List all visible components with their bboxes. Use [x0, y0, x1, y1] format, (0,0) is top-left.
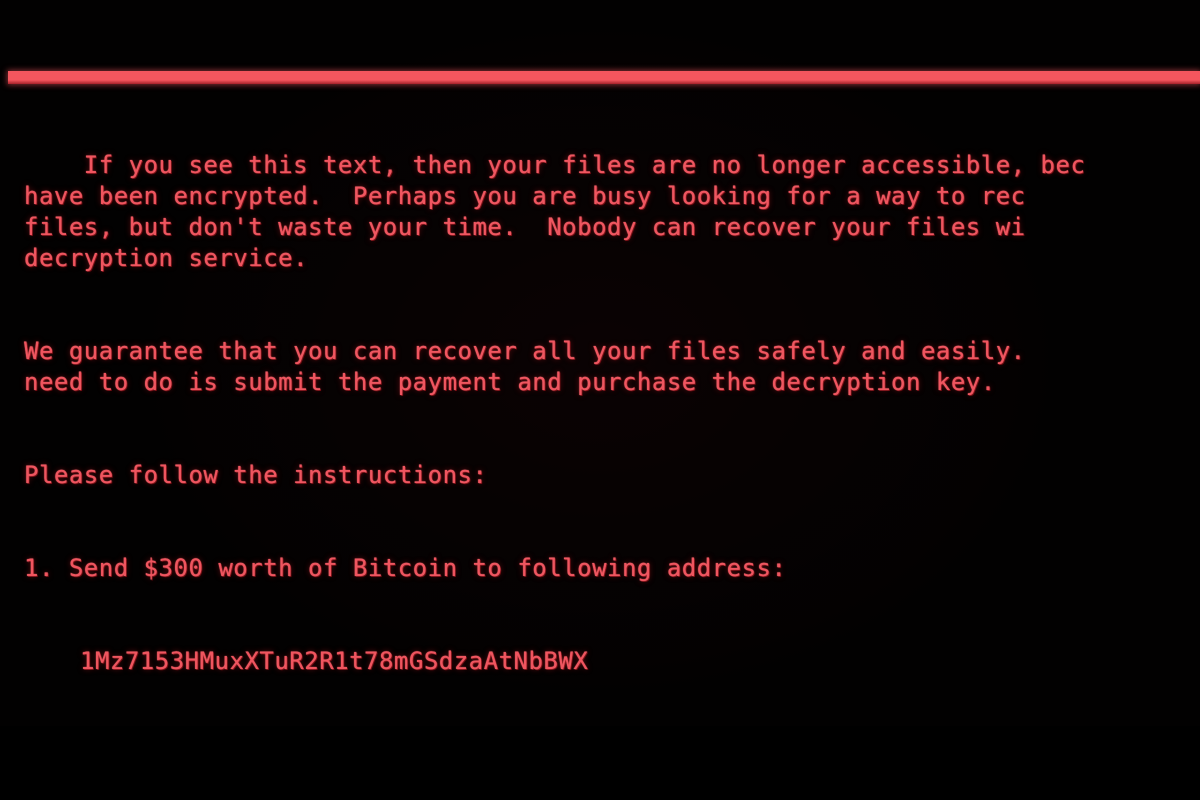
spacer-2 [24, 398, 1200, 429]
bitcoin-address-value[interactable]: 1Mz7153HMuxXTuR2R1t78mGSdzaAtNbBWX [24, 646, 1200, 677]
spacer-3 [24, 491, 1200, 522]
intro-paragraph-line-2: have been encrypted. Perhaps you are bus… [24, 182, 1026, 210]
ransom-note-screen: If you see this text, then your files ar… [0, 0, 1200, 800]
red-separator-bar-shadow [8, 80, 1200, 84]
intro-paragraph-line-3: files, but don't waste your time. Nobody… [24, 213, 1026, 241]
clipped-bottom-line: If you already purchased your key, pleas… [24, 716, 1200, 724]
intro-paragraph-line-4: decryption service. [24, 244, 309, 272]
red-separator-bar [8, 71, 1200, 84]
bottom-black-area [0, 726, 1200, 800]
guarantee-paragraph-line-1: We guarantee that you can recover all yo… [24, 337, 1026, 365]
spacer-1 [24, 274, 1200, 305]
spacer-4 [24, 584, 1200, 615]
instructions-heading: Please follow the instructions: [24, 461, 488, 489]
step-1-text: 1. Send $300 worth of Bitcoin to followi… [24, 554, 787, 582]
guarantee-paragraph-line-2: need to do is submit the payment and pur… [24, 368, 996, 396]
ransom-note-text: If you see this text, then your files ar… [24, 88, 1200, 800]
intro-paragraph-line-1: If you see this text, then your files ar… [83, 151, 1086, 179]
